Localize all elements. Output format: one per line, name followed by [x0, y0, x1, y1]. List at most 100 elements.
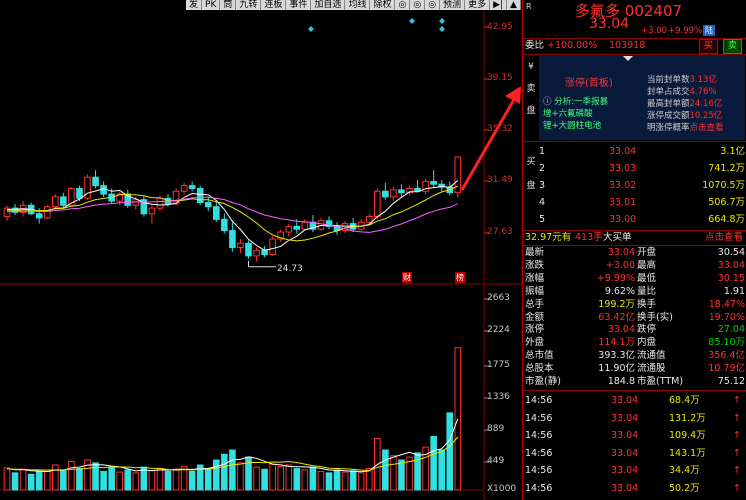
quote-label: 涨幅 — [525, 272, 545, 284]
buy-level-row[interactable]: 4 33.01 506.7万 — [523, 197, 746, 209]
tick-arrow-icon: ↑ — [733, 447, 741, 459]
quote-row: 涨幅 +9.99% 最低 30.15 — [523, 273, 746, 285]
kline-chart[interactable]: 发 PK 筒九转 连板 事件 加自选 均线 除权 ◎ ◎ ◎ 预测 更多 ▶| ▲ 42.95 39.15 … — [0, 0, 522, 500]
volume-bar — [365, 468, 373, 491]
tick-price: 33.04 — [611, 430, 639, 441]
candlestick — [221, 218, 228, 232]
toolbar-button[interactable]: 发 — [186, 0, 203, 10]
sell-side-label: ¥ 卖 盘 — [524, 56, 538, 140]
quote-label: 最新 — [525, 247, 545, 258]
volume-bar — [148, 470, 156, 491]
stat-label: 当前封单数 — [647, 75, 690, 85]
volume-bar — [253, 466, 260, 491]
limit-up-stat: 当前封单数3.13亿 — [647, 74, 724, 86]
level-volume: 664.8万 — [708, 214, 745, 225]
toolbar-button[interactable]: 连板 — [261, 0, 287, 10]
toolbar-button[interactable]: 筒 — [220, 0, 237, 10]
collapse-arrow-icon[interactable] — [623, 56, 633, 61]
volume-bar — [204, 469, 212, 491]
candlestick — [100, 185, 107, 195]
toolbar-icon[interactable]: ◎ — [410, 0, 426, 10]
level-price: 33.00 — [609, 214, 637, 225]
limit-up-stat: 封单占成交4.76% — [647, 86, 724, 98]
limit-up-stat[interactable]: 明涨停概率点击查看 — [647, 122, 724, 134]
tick-arrow-icon: ↑ — [733, 482, 741, 494]
volume-bar — [68, 460, 75, 491]
toolbar-icon[interactable]: ◎ — [395, 0, 411, 10]
sell-button[interactable]: 卖 — [723, 39, 743, 54]
weibi-count: 103918 — [609, 40, 646, 51]
limit-up-stats: 当前封单数3.13亿 封单占成交4.76% 最高封单额24.16亿 涨停成交额10.2… — [647, 74, 724, 134]
tick-row: 14:56 33.04 143.1万 ↑ — [523, 448, 746, 460]
reason-line: 锂+大圆柱电池 — [543, 121, 602, 131]
separator — [523, 54, 746, 55]
toolbar-button[interactable]: 预测 — [440, 0, 466, 10]
volume-bar — [3, 467, 11, 491]
volume-bar — [164, 470, 172, 491]
buy-level-row[interactable]: 5 33.00 664.8万 — [523, 214, 746, 226]
toolbar-button[interactable]: 均线 — [345, 0, 371, 10]
quote-label: 内盘 — [637, 337, 657, 349]
stat-label: 最高封单额 — [647, 99, 690, 109]
quote-value: 33.04 — [607, 324, 635, 336]
info-icon: ⓘ — [543, 97, 552, 107]
quote-value: 75.12 — [717, 376, 745, 387]
candlestick — [148, 207, 156, 215]
separator — [523, 245, 746, 246]
stat-label: 封单占成交 — [647, 87, 690, 97]
limit-up-box[interactable]: 涨停(首板) ⓘ 分析:一季报暴 增+六氟磷酸 锂+大圆柱电池 当前封单数3.1… — [539, 56, 745, 140]
level-volume: 741.2万 — [708, 163, 745, 174]
quote-value: 63.42亿 — [598, 311, 635, 323]
toolbar-button[interactable]: 加自选 — [311, 0, 346, 10]
big-order-link[interactable]: 点击查看 — [705, 232, 743, 244]
tick-price: 33.04 — [611, 447, 639, 459]
toolbar-button[interactable]: 九转 — [236, 0, 262, 10]
quote-row: 涨跌 +3.00 最高 33.04 — [523, 260, 746, 272]
volume-bar — [100, 470, 107, 491]
quote-value: 27.04 — [717, 324, 745, 336]
toolbar-button[interactable]: 除权 — [370, 0, 396, 10]
financial-report-marker[interactable]: 财 — [402, 272, 412, 283]
stat-value: 10.25亿 — [689, 111, 723, 121]
collapse-panel-icon[interactable]: ▶| — [490, 0, 508, 10]
leaderboard-marker[interactable]: 榜 — [455, 272, 465, 283]
toolbar-button[interactable]: 更多 — [465, 0, 491, 10]
volume-axis-label: 2224 — [487, 325, 510, 335]
candlestick — [196, 187, 204, 204]
tick-price: 33.04 — [611, 465, 639, 476]
level-price: 33.02 — [609, 180, 637, 191]
volume-bar — [116, 471, 124, 491]
scroll-up-icon[interactable]: ▲ — [507, 0, 521, 10]
quote-label: 总股本 — [525, 363, 554, 375]
quote-value: 9.62% — [604, 285, 635, 297]
buy-button[interactable]: 买 — [699, 39, 719, 54]
toolbar-button[interactable]: 事件 — [286, 0, 312, 10]
quote-value: 10.79亿 — [708, 363, 745, 375]
quote-value: 18.47% — [708, 298, 745, 310]
quote-value: 114.1万 — [598, 337, 635, 349]
candlestick — [365, 216, 373, 223]
limit-up-reason: ⓘ 分析:一季报暴 增+六氟磷酸 锂+大圆柱电池 — [543, 96, 608, 132]
volume-axis-label: 2663 — [487, 293, 510, 303]
quote-value: +9.99% — [596, 272, 635, 284]
stat-value: 4.76% — [689, 87, 717, 97]
volume-bar — [19, 468, 27, 491]
buy-level-row[interactable]: 1 33.04 3.1亿 — [523, 146, 746, 158]
quote-value: +3.00 — [605, 259, 635, 271]
toolbar-icon[interactable]: ◎ — [425, 0, 441, 10]
separator — [523, 230, 746, 231]
tick-volume: 131.2万 — [669, 412, 706, 424]
quote-panel: R 多氟多 002407 33.04 +3.00 +9.99% 陆 委比 +10… — [522, 0, 746, 500]
buy-level-row[interactable]: 2 33.03 741.2万 — [523, 163, 746, 175]
quote-label: 振幅 — [525, 285, 545, 297]
yuan-icon: ¥ — [528, 62, 534, 72]
toolbar-button[interactable]: PK — [202, 0, 221, 10]
tick-row: 14:56 33.04 34.4万 ↑ — [523, 465, 746, 477]
buy-level-row[interactable]: 3 33.02 1070.5万 — [523, 180, 746, 192]
quote-row: 市盈(静) 184.8 市盈(TTM) 75.12 — [523, 376, 746, 388]
candlestick — [132, 199, 140, 206]
level-volume: 1070.5万 — [702, 180, 745, 191]
level-price: 33.03 — [609, 163, 637, 174]
candlestick — [43, 206, 51, 219]
level-number: 1 — [539, 146, 546, 157]
